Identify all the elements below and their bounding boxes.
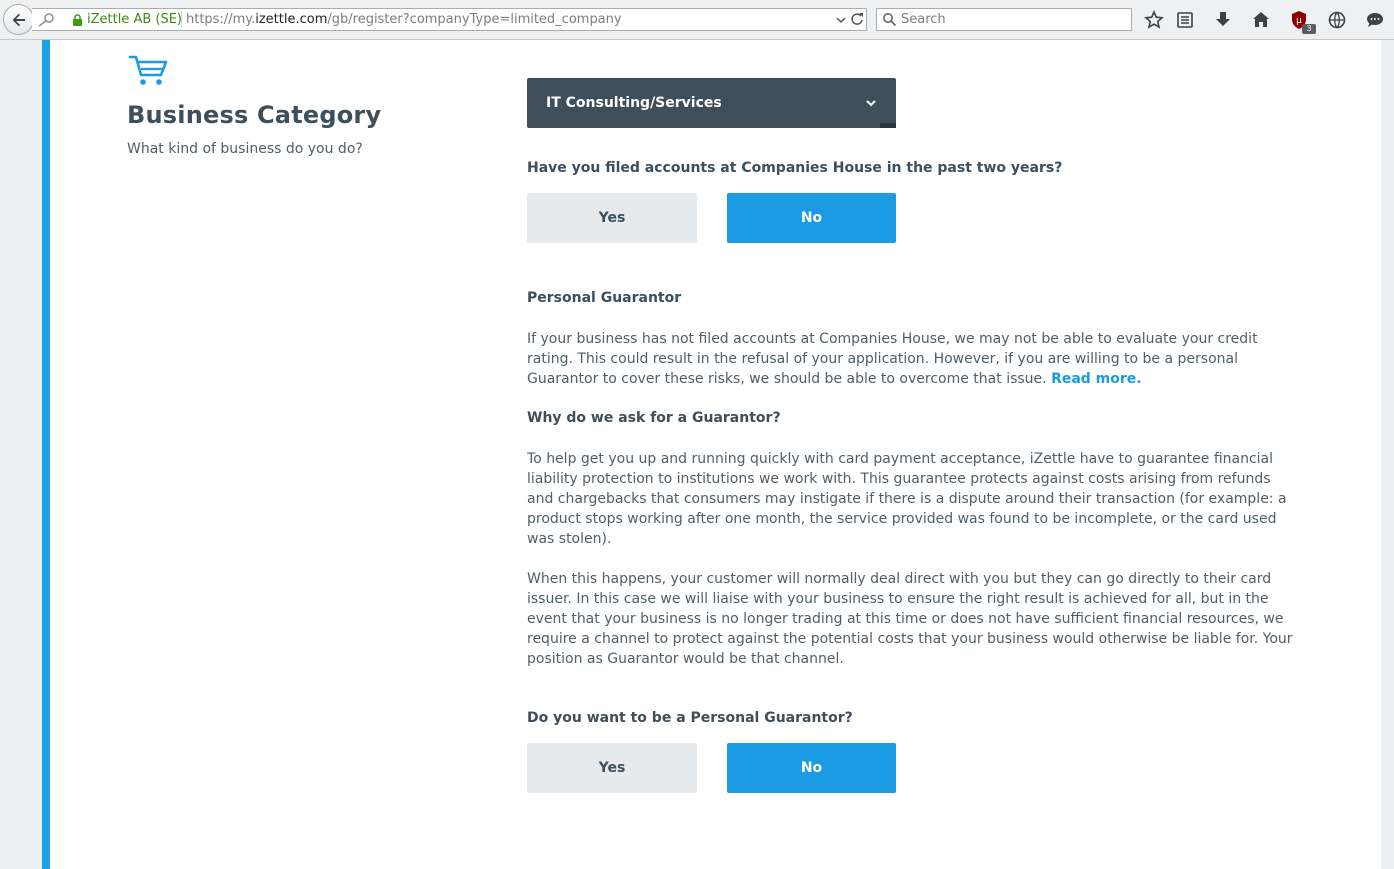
accent-stripe — [42, 40, 50, 869]
filed-accounts-yes-button[interactable]: Yes — [527, 193, 697, 243]
read-more-link[interactable]: Read more. — [1051, 371, 1142, 387]
ublock-count-badge: 3 — [1302, 24, 1316, 34]
back-arrow-icon — [12, 13, 25, 27]
page-margin — [1381, 40, 1394, 869]
browser-toolbar: iZettle AB (SE) https://my.izettle.com/g… — [0, 0, 1394, 40]
url-domain: izettle.com — [255, 12, 328, 27]
guarantor-no-button[interactable]: No — [727, 743, 896, 793]
section-subtitle: What kind of business do you do? — [127, 141, 363, 157]
download-icon[interactable] — [1213, 10, 1233, 30]
url-separator — [181, 11, 182, 28]
chat-icon[interactable] — [1365, 10, 1385, 30]
reload-icon[interactable] — [850, 12, 864, 26]
extension-globe-icon[interactable] — [1327, 10, 1347, 30]
personal-guarantor-heading: Personal Guarantor — [527, 290, 682, 306]
guarantor-yes-button[interactable]: Yes — [527, 743, 697, 793]
select-shadow — [880, 123, 896, 128]
search-placeholder: Search — [901, 12, 946, 27]
why-guarantor-heading: Why do we ask for a Guarantor? — [527, 410, 781, 426]
business-category-select[interactable]: IT Consulting/Services — [527, 78, 896, 128]
history-dropdown-icon[interactable] — [835, 14, 847, 26]
filed-accounts-question: Have you filed accounts at Companies Hou… — [527, 160, 1063, 176]
chevron-down-icon — [866, 100, 876, 107]
filed-accounts-no-button[interactable]: No — [727, 193, 896, 243]
identity-key-icon — [38, 13, 54, 27]
back-button[interactable] — [3, 4, 34, 35]
search-icon — [883, 13, 897, 27]
guarantor-paragraph-3: When this happens, your customer will no… — [527, 571, 1293, 667]
section-title: Business Category — [127, 101, 382, 129]
search-bar[interactable]: Search — [876, 8, 1132, 31]
shopping-cart-icon — [128, 55, 168, 85]
guarantor-paragraph-1: If your business has not filed accounts … — [527, 329, 1297, 389]
site-identity-label[interactable]: iZettle AB (SE) — [87, 12, 182, 27]
bookmark-star-icon[interactable] — [1144, 10, 1164, 30]
reading-list-icon[interactable] — [1175, 10, 1195, 30]
url-bar[interactable]: iZettle AB (SE) https://my.izettle.com/g… — [32, 8, 867, 31]
url-path: /gb/register?companyType=limited_company — [327, 12, 622, 27]
url-prefix: https://my. — [186, 12, 256, 27]
guarantor-paragraph-1-text: If your business has not filed accounts … — [527, 331, 1258, 387]
business-category-value: IT Consulting/Services — [546, 95, 722, 111]
personal-guarantor-question: Do you want to be a Personal Guarantor? — [527, 710, 853, 726]
home-icon[interactable] — [1251, 10, 1271, 30]
url-text[interactable]: https://my.izettle.com/gb/register?compa… — [186, 12, 622, 27]
guarantor-paragraph-2: To help get you up and running quickly w… — [527, 451, 1287, 547]
lock-icon — [73, 14, 82, 26]
